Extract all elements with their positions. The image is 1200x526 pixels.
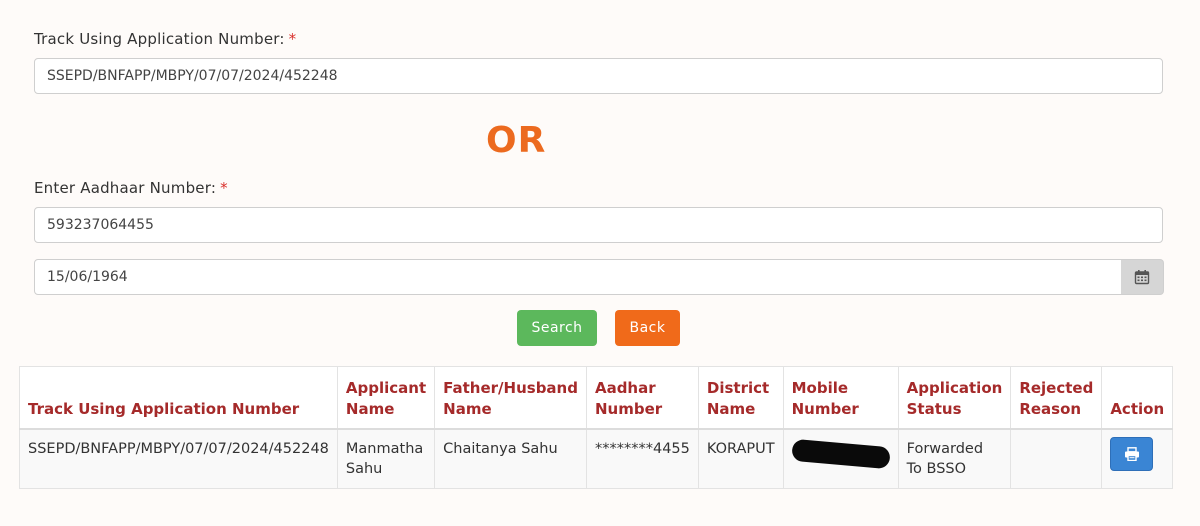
calendar-button[interactable] xyxy=(1121,259,1164,295)
header-applicant-name: Applicant Name xyxy=(336,366,436,430)
header-mobile-number: Mobile Number xyxy=(782,366,899,430)
cell-application-number: SSEPD/BNFAPP/MBPY/07/07/2024/452248 xyxy=(19,428,338,489)
print-icon xyxy=(1124,446,1139,461)
header-application-number: Track Using Application Number xyxy=(19,366,338,430)
track-label: Track Using Application Number: * xyxy=(34,30,296,48)
search-button[interactable]: Search xyxy=(517,310,597,346)
required-mark: * xyxy=(220,179,228,197)
header-application-status: Application Status xyxy=(897,366,1012,430)
dob-input[interactable]: 15/06/1964 xyxy=(34,259,1122,295)
cell-applicant-name: Manmatha Sahu xyxy=(336,428,436,489)
header-father-husband-name: Father/Husband Name xyxy=(434,366,587,430)
or-divider: OR xyxy=(486,120,547,161)
application-number-value: SSEPD/BNFAPP/MBPY/07/07/2024/452248 xyxy=(47,68,338,84)
cell-mobile-number xyxy=(782,428,899,489)
cell-district-name: KORAPUT xyxy=(697,428,784,489)
application-number-input[interactable]: SSEPD/BNFAPP/MBPY/07/07/2024/452248 xyxy=(34,58,1163,94)
header-action: Action xyxy=(1101,366,1174,430)
results-table: Track Using Application Number Applicant… xyxy=(19,366,1174,489)
cell-application-status: Forwarded To BSSO xyxy=(897,428,1012,489)
aadhaar-label: Enter Aadhaar Number: * xyxy=(34,179,228,197)
calendar-icon xyxy=(1134,270,1150,285)
table-row: SSEPD/BNFAPP/MBPY/07/07/2024/452248 Manm… xyxy=(19,428,1174,489)
redaction-mark xyxy=(790,438,891,469)
header-district-name: District Name xyxy=(697,366,784,430)
aadhaar-value: 593237064455 xyxy=(47,217,154,233)
header-rejected-reason: Rejected Reason xyxy=(1010,366,1103,430)
print-button[interactable] xyxy=(1110,436,1154,471)
back-button[interactable]: Back xyxy=(615,310,680,346)
cell-rejected-reason xyxy=(1010,428,1103,489)
cell-action xyxy=(1101,428,1174,489)
table-header-row: Track Using Application Number Applicant… xyxy=(19,366,1174,430)
required-mark: * xyxy=(288,30,297,48)
dob-value: 15/06/1964 xyxy=(47,269,128,285)
cell-father-husband-name: Chaitanya Sahu xyxy=(434,428,587,489)
track-label-text: Track Using Application Number: xyxy=(34,30,285,48)
aadhaar-label-text: Enter Aadhaar Number: xyxy=(34,179,217,197)
header-aadhar-number: Aadhar Number xyxy=(585,366,699,430)
cell-aadhar-number: ********4455 xyxy=(585,428,699,489)
aadhaar-input[interactable]: 593237064455 xyxy=(34,207,1163,243)
